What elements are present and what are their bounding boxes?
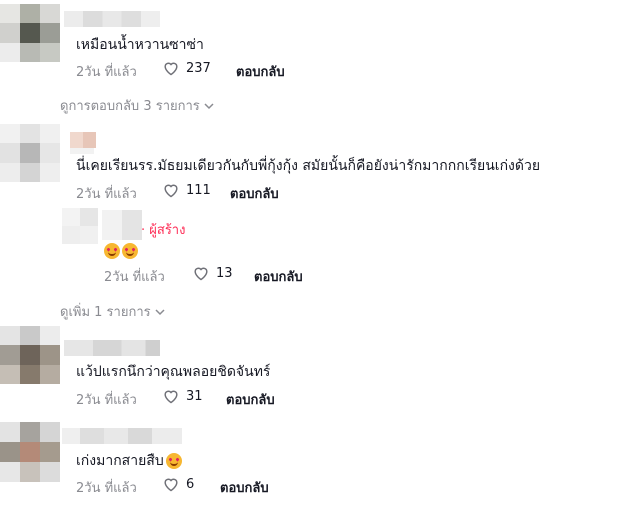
- view-replies-label: ดูการตอบกลับ 3 รายการ: [60, 99, 200, 114]
- reply-button[interactable]: ตอบกลับ: [226, 389, 275, 410]
- comment-text: เก่งมากสายสืบ: [76, 450, 184, 472]
- reply-button[interactable]: ตอบกลับ: [230, 183, 279, 204]
- username-blurred[interactable]: [64, 340, 160, 356]
- smiling-face-with-hearts-icon: [122, 242, 138, 259]
- smiling-face-with-hearts-icon: [165, 453, 182, 469]
- like-button[interactable]: 13: [192, 265, 233, 281]
- avatar[interactable]: [62, 208, 98, 244]
- like-count: 6: [186, 476, 195, 492]
- reply-button[interactable]: ตอบกลับ: [220, 477, 269, 498]
- like-button[interactable]: 31: [162, 388, 203, 404]
- comment-text: นี่เคยเรียนรร.มัธยมเดียวกันกับพี่กุ้งกุ้…: [76, 158, 541, 174]
- heart-outline-icon: [164, 184, 178, 198]
- like-count: 111: [186, 182, 211, 198]
- view-replies-button[interactable]: ดูการตอบกลับ 3 รายการ: [60, 95, 214, 116]
- chevron-down-icon: [204, 102, 214, 109]
- heart-outline-icon: [164, 62, 178, 76]
- comment-time: 2วัน ที่แล้ว: [76, 187, 137, 202]
- heart-outline-icon: [164, 478, 178, 492]
- view-more-replies-button[interactable]: ดูเพิ่ม 1 รายการ: [60, 301, 165, 322]
- username-blurred[interactable]: [64, 11, 160, 27]
- username-blurred[interactable]: [62, 428, 182, 444]
- username-blurred[interactable]: [70, 132, 96, 148]
- view-more-label: ดูเพิ่ม 1 รายการ: [60, 305, 151, 320]
- like-count: 237: [186, 60, 211, 76]
- username-blurred[interactable]: [102, 210, 142, 240]
- reply-button[interactable]: ตอบกลับ: [236, 61, 285, 82]
- like-button[interactable]: 237: [162, 60, 211, 76]
- reply-time: 2วัน ที่แล้ว: [104, 270, 165, 285]
- comment-time: 2วัน ที่แล้ว: [76, 65, 137, 80]
- like-count: 13: [216, 265, 233, 281]
- username-blurred: [70, 148, 94, 154]
- heart-outline-icon: [194, 267, 208, 281]
- comment-text: แว้ปแรกนึกว่าคุณพลอยชิดจันทร์: [76, 364, 271, 380]
- like-button[interactable]: 6: [162, 476, 194, 492]
- reply-button[interactable]: ตอบกลับ: [254, 266, 303, 287]
- avatar[interactable]: [0, 124, 60, 182]
- chevron-down-icon: [155, 308, 165, 315]
- like-button[interactable]: 111: [162, 182, 211, 198]
- avatar[interactable]: [0, 326, 60, 384]
- creator-badge: · ผู้สร้าง: [141, 223, 186, 238]
- avatar[interactable]: [0, 4, 60, 62]
- reply-text: [104, 240, 140, 259]
- comment-time: 2วัน ที่แล้ว: [76, 481, 137, 496]
- comment-time: 2วัน ที่แล้ว: [76, 393, 137, 408]
- heart-outline-icon: [164, 390, 178, 404]
- avatar[interactable]: [0, 422, 60, 482]
- smiling-face-with-hearts-icon: [104, 242, 120, 259]
- comment-text: เหมือนน้ำหวานซาซ่า: [76, 37, 204, 53]
- like-count: 31: [186, 388, 203, 404]
